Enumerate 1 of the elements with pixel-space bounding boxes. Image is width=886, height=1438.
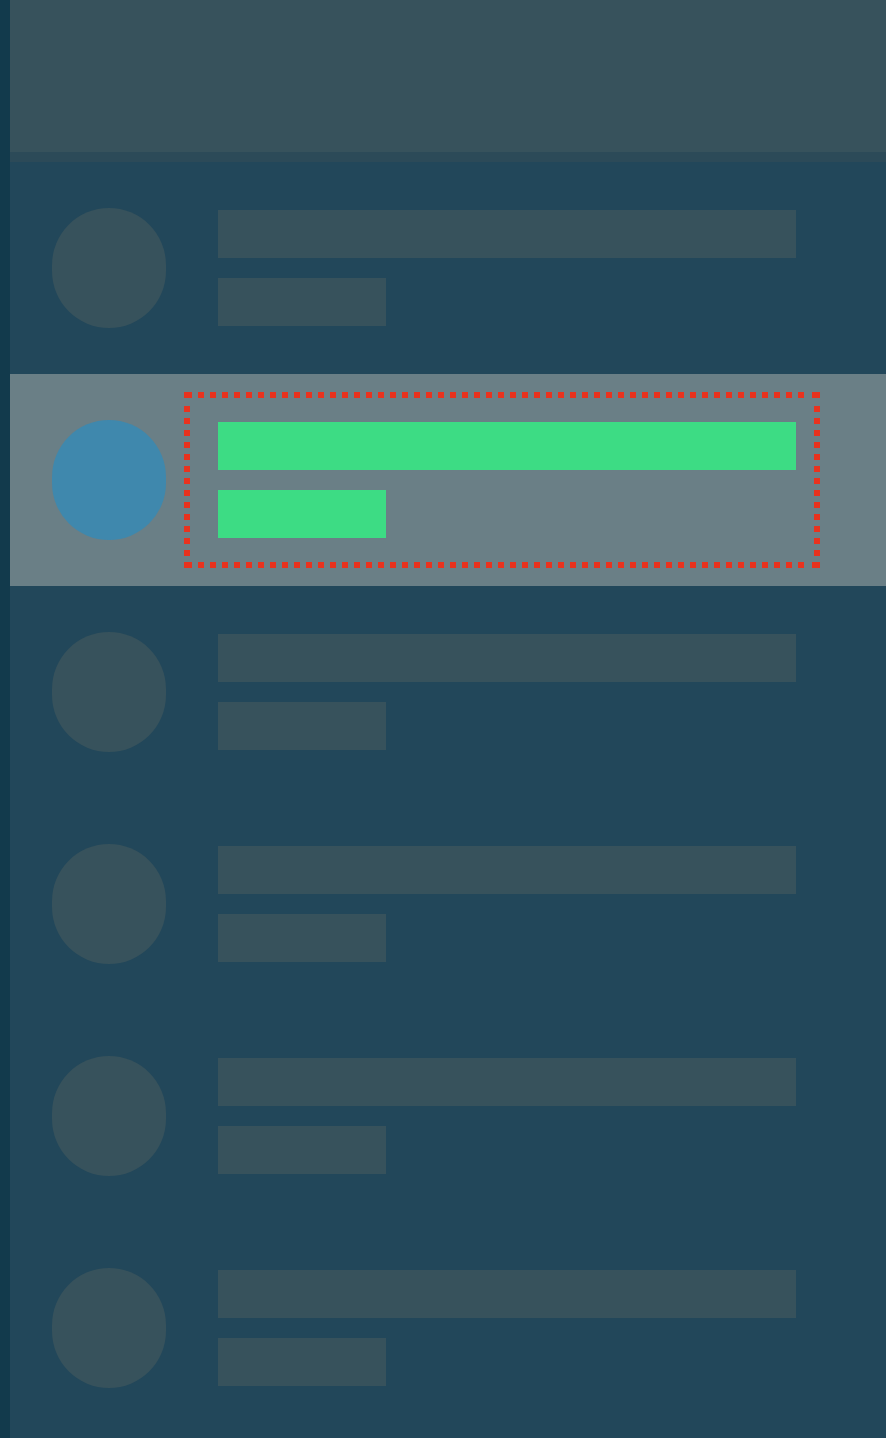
selected-list-row[interactable] — [10, 374, 886, 586]
